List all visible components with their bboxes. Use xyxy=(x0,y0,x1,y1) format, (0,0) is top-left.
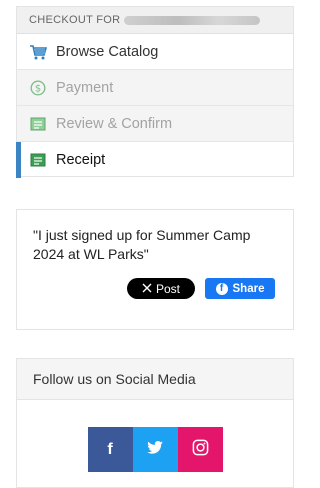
receipt-icon xyxy=(29,115,47,133)
x-logo-icon xyxy=(142,282,152,296)
twitter-icon xyxy=(147,440,163,459)
facebook-icon: f xyxy=(215,282,228,295)
step-review-confirm: Review & Confirm xyxy=(17,106,293,142)
facebook-icon: f xyxy=(107,440,113,458)
svg-text:$: $ xyxy=(35,83,41,94)
checkout-panel: CHECKOUT FOR Browse Catalog $ Payment Re… xyxy=(16,6,294,178)
share-buttons: Post f Share xyxy=(33,278,281,299)
checkout-header: CHECKOUT FOR xyxy=(17,7,293,34)
twitter-link[interactable] xyxy=(132,427,178,472)
dollar-circle-icon: $ xyxy=(29,79,47,97)
social-media-title: Follow us on Social Media xyxy=(17,359,293,400)
receipt-icon xyxy=(29,151,47,169)
step-label: Receipt xyxy=(56,152,106,168)
share-panel: "I just signed up for Summer Camp 2024 a… xyxy=(16,209,294,330)
instagram-link[interactable] xyxy=(177,427,223,472)
share-quote: "I just signed up for Summer Camp 2024 a… xyxy=(33,227,251,262)
cart-icon xyxy=(29,43,47,61)
social-media-panel: Follow us on Social Media f xyxy=(16,358,294,488)
social-icons: f xyxy=(17,427,293,472)
step-label: Browse Catalog xyxy=(56,43,159,60)
x-post-label: Post xyxy=(155,281,180,296)
redacted-account-name xyxy=(124,15,261,25)
step-receipt[interactable]: Receipt xyxy=(16,142,293,178)
facebook-share-label: Share xyxy=(232,282,265,295)
facebook-link[interactable]: f xyxy=(87,427,133,472)
checkout-header-label: CHECKOUT FOR xyxy=(29,14,121,26)
step-label: Review & Confirm xyxy=(56,115,173,132)
step-label: Payment xyxy=(56,79,114,96)
instagram-icon xyxy=(192,439,209,461)
step-payment: $ Payment xyxy=(17,70,293,106)
x-post-button[interactable]: Post xyxy=(127,278,195,299)
facebook-share-button[interactable]: f Share xyxy=(205,278,275,299)
step-browse-catalog[interactable]: Browse Catalog xyxy=(17,34,293,70)
